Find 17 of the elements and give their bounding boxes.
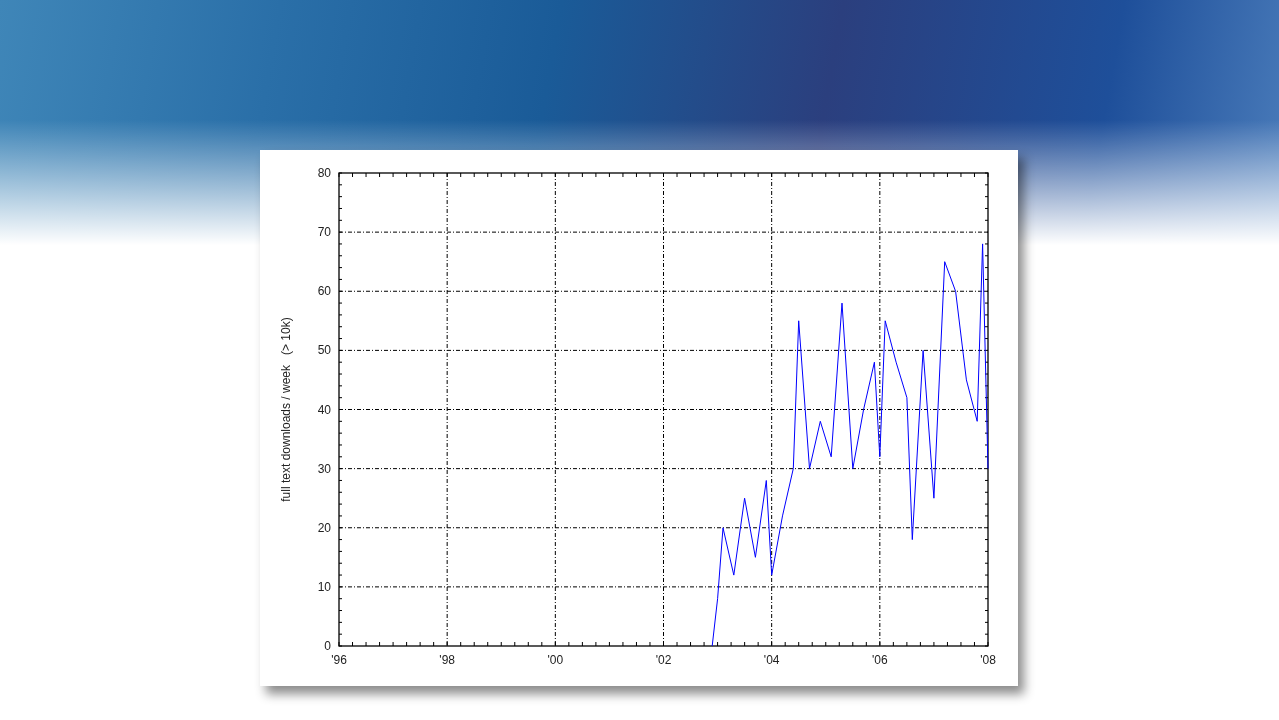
x-tick-label: '08 — [980, 653, 996, 667]
x-tick-label: '00 — [547, 653, 564, 667]
y-tick-label: 80 — [317, 166, 331, 180]
y-tick-label: 40 — [317, 402, 331, 417]
y-tick-label: 20 — [317, 520, 331, 535]
x-tick-label: '96 — [331, 653, 347, 667]
y-tick-label: 0 — [324, 639, 331, 653]
y-tick-label: 70 — [317, 225, 331, 240]
x-tick-label: '06 — [872, 653, 888, 667]
y-axis-label: full text downloads / week (> 10k) — [279, 317, 293, 502]
x-tick-label: '98 — [439, 653, 455, 667]
x-tick-label: '02 — [655, 653, 672, 667]
y-tick-label: 30 — [317, 461, 331, 476]
x-tick-label: '04 — [763, 653, 780, 667]
y-tick-label: 10 — [317, 579, 331, 594]
y-tick-label: 60 — [317, 284, 331, 299]
y-tick-label: 50 — [317, 343, 331, 358]
